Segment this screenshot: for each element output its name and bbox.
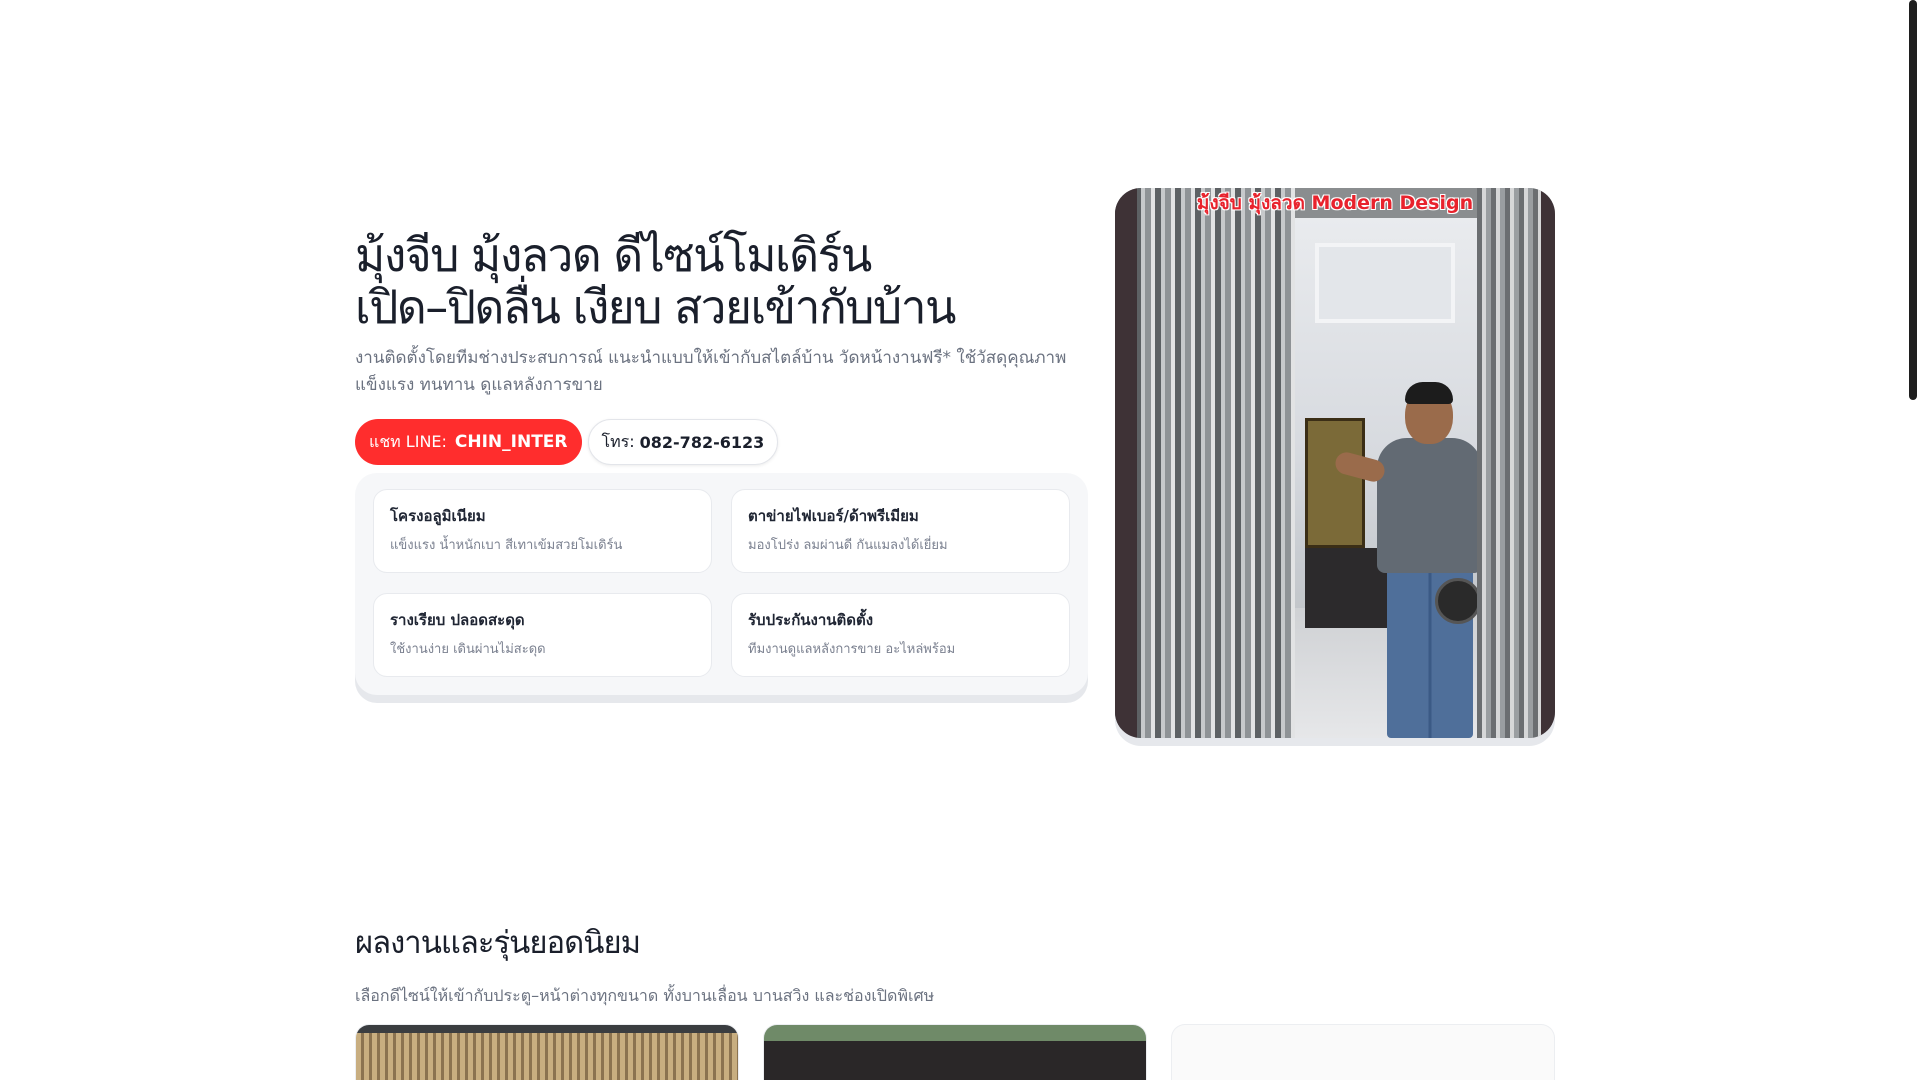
person-hair <box>1405 382 1453 404</box>
feature-card: รับประกันงานติดตั้ง ทีมงานดูแลหลังการขาย… <box>731 593 1070 677</box>
feature-title: รางเรียบ ปลอดสะดุด <box>390 611 525 629</box>
line-chat-label: แชท LINE: <box>369 431 447 451</box>
features-panel: โครงอลูมิเนียม แข็งแรง น้ำหนักเบา สีเทาเ… <box>355 473 1088 695</box>
work-card-image[interactable] <box>1171 1024 1555 1080</box>
line-chat-button[interactable]: แชท LINE: CHIN_INTER <box>355 419 582 465</box>
person-body <box>1377 438 1482 573</box>
pleated-screen-door <box>1115 188 1295 738</box>
hero-title-line-1: มุ้งจีบ มุ้งลวด ดีไซน์โมเดิร์น <box>355 228 872 282</box>
hero-video[interactable]: มุ้งจีบ มุ้งลวด Modern Design <box>1115 188 1555 738</box>
hero-content: มุ้งจีบ มุ้งลวด ดีไซน์โมเดิร์น เปิด–ปิดล… <box>355 188 1088 399</box>
phone-label: โทร: <box>601 431 635 451</box>
feature-card: โครงอลูมิเนียม แข็งแรง น้ำหนักเบา สีเทาเ… <box>373 489 712 573</box>
feature-card: รางเรียบ ปลอดสะดุด ใช้งานง่าย เดินผ่านไม… <box>373 593 712 677</box>
scrollbar-thumb[interactable] <box>1909 0 1917 400</box>
shrine-image <box>1305 418 1365 548</box>
works-subtitle: เลือกดีไซน์ให้เข้ากับประตู–หน้าต่างทุกขน… <box>355 986 935 1005</box>
fan-image <box>1435 578 1481 624</box>
feature-title: รับประกันงานติดตั้ง <box>748 611 874 629</box>
feature-desc: มองโปร่ง ลมผ่านดี กันแมลงได้เยี่ยม <box>748 538 948 553</box>
scrollbar[interactable] <box>1904 0 1920 1080</box>
feature-desc: ทีมงานดูแลหลังการขาย อะไหล่พร้อม <box>748 642 956 657</box>
video-caption: มุ้งจีบ มุ้งลวด Modern Design <box>1196 192 1474 214</box>
work-card-image[interactable] <box>355 1024 739 1080</box>
hero-subtitle: งานติดตั้งโดยทีมช่างประสบการณ์ แนะนำแบบใ… <box>355 348 1067 395</box>
works-gallery <box>355 1024 1555 1080</box>
line-id: CHIN_INTER <box>454 432 568 452</box>
works-section: ผลงานและรุ่นยอดนิยม เลือกดีไซน์ให้เข้ากั… <box>355 918 1555 1080</box>
door-frame <box>1541 188 1555 738</box>
feature-title: โครงอลูมิเนียม <box>390 507 486 525</box>
work-card-image[interactable] <box>763 1024 1147 1080</box>
cta-row: แชท LINE: CHIN_INTER โทร: 082-782-6123 <box>355 419 779 465</box>
hero-title-line-2: เปิด–ปิดลื่น เงียบ สวยเข้ากับบ้าน <box>355 280 956 334</box>
hero-section: มุ้งจีบ มุ้งลวด ดีไซน์โมเดิร์น เปิด–ปิดล… <box>355 188 1555 748</box>
feature-card: ตาข่ายไฟเบอร์/ด้าพรีเมียม มองโปร่ง ลมผ่า… <box>731 489 1070 573</box>
room-window <box>1315 243 1455 323</box>
phone-number: 082-782-6123 <box>639 432 765 452</box>
feature-desc: แข็งแรง น้ำหนักเบา สีเทาเข้มสวยโมเดิร์น <box>390 538 623 553</box>
feature-title: ตาข่ายไฟเบอร์/ด้าพรีเมียม <box>748 507 919 525</box>
door-frame <box>1115 188 1137 738</box>
works-title: ผลงานและรุ่นยอดนิยม <box>355 925 641 961</box>
hero-title: มุ้งจีบ มุ้งลวด ดีไซน์โมเดิร์น เปิด–ปิดล… <box>355 229 1088 333</box>
phone-call-button[interactable]: โทร: 082-782-6123 <box>587 419 779 465</box>
feature-desc: ใช้งานง่าย เดินผ่านไม่สะดุด <box>390 642 546 657</box>
